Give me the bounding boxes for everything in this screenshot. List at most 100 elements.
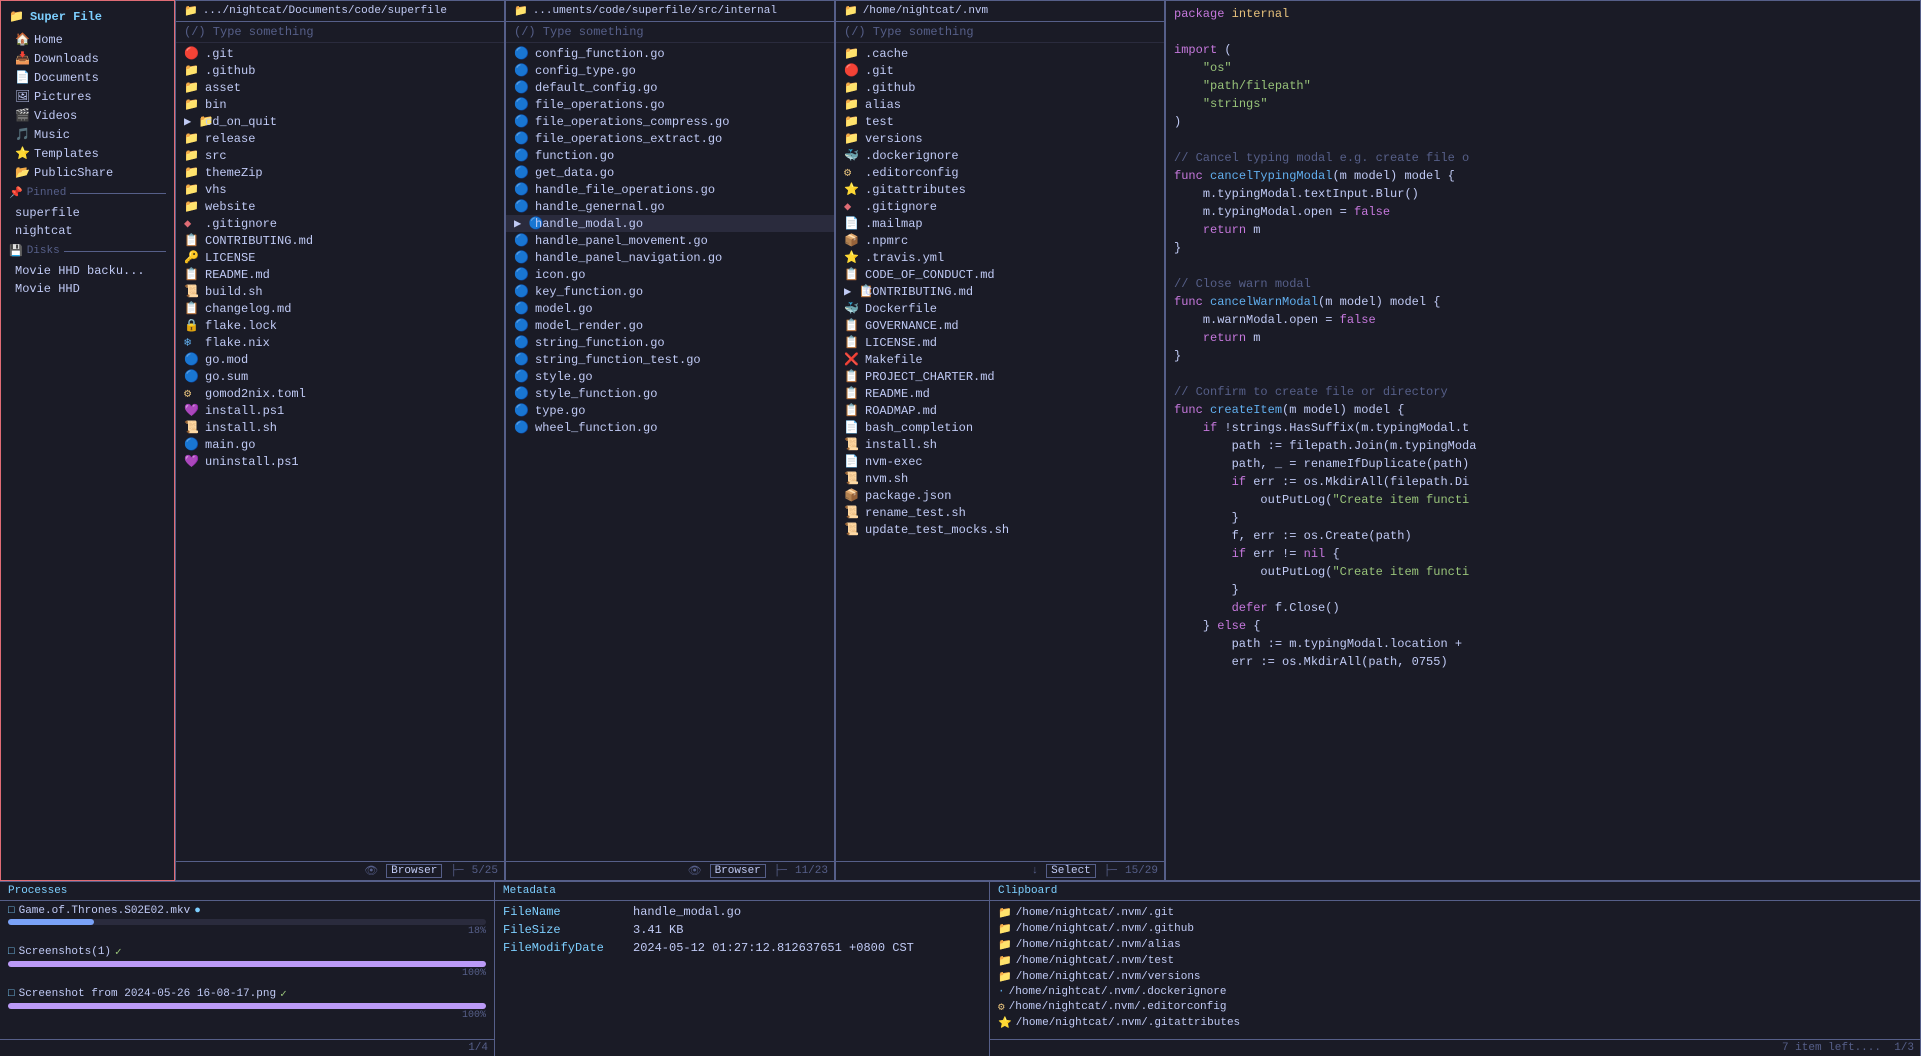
list-item[interactable]: 📁 test: [836, 113, 1164, 130]
list-item[interactable]: ⭐ .gitattributes: [836, 181, 1164, 198]
list-item[interactable]: 📜 update_test_mocks.sh: [836, 521, 1164, 538]
list-item[interactable]: 🐳 .dockerignore: [836, 147, 1164, 164]
list-item[interactable]: 🔵 handle_panel_movement.go: [506, 232, 834, 249]
list-item[interactable]: 📋 CODE_OF_CONDUCT.md: [836, 266, 1164, 283]
file-name: versions: [865, 132, 923, 146]
sidebar-item-templates[interactable]: ⭐ Templates: [1, 144, 174, 163]
list-item[interactable]: 📋 PROJECT_CHARTER.md: [836, 368, 1164, 385]
list-item[interactable]: 🔵 icon.go: [506, 266, 834, 283]
list-item[interactable]: ▶ 📁 cd_on_quit: [176, 113, 504, 130]
list-item[interactable]: 📋 README.md: [176, 266, 504, 283]
sidebar-item-publicshare[interactable]: 📂 PublicShare: [1, 163, 174, 182]
list-item[interactable]: 📜 rename_test.sh: [836, 504, 1164, 521]
list-item[interactable]: 📁 themeZip: [176, 164, 504, 181]
list-item[interactable]: 🔵 config_function.go: [506, 45, 834, 62]
list-item[interactable]: ❄ flake.nix: [176, 334, 504, 351]
panel1-search[interactable]: (/) Type something: [176, 22, 504, 43]
list-item[interactable]: 🔵 function.go: [506, 147, 834, 164]
list-item[interactable]: 🔵 go.mod: [176, 351, 504, 368]
list-item[interactable]: 💜 uninstall.ps1: [176, 453, 504, 470]
list-item[interactable]: 📄 bash_completion: [836, 419, 1164, 436]
list-item[interactable]: 📁 website: [176, 198, 504, 215]
file-name: main.go: [205, 438, 255, 452]
list-item[interactable]: 🔵 string_function_test.go: [506, 351, 834, 368]
list-item[interactable]: 📋 LICENSE.md: [836, 334, 1164, 351]
list-item[interactable]: ❌ Makefile: [836, 351, 1164, 368]
list-item[interactable]: 💜 install.ps1: [176, 402, 504, 419]
list-item[interactable]: 🔵 handle_genernal.go: [506, 198, 834, 215]
list-item[interactable]: 📁 .github: [836, 79, 1164, 96]
list-item[interactable]: 📁 bin: [176, 96, 504, 113]
list-item[interactable]: 🔵 file_operations_extract.go: [506, 130, 834, 147]
list-item[interactable]: 📋 README.md: [836, 385, 1164, 402]
list-item[interactable]: 🔒 flake.lock: [176, 317, 504, 334]
list-item[interactable]: 🔵 handle_panel_navigation.go: [506, 249, 834, 266]
list-item[interactable]: 🔵 main.go: [176, 436, 504, 453]
sidebar-item-nightcat[interactable]: nightcat: [1, 222, 174, 240]
list-item[interactable]: 📁 .cache: [836, 45, 1164, 62]
list-item[interactable]: 🔵 config_type.go: [506, 62, 834, 79]
list-item[interactable]: 🔵 style_function.go: [506, 385, 834, 402]
list-item[interactable]: ◆ .gitignore: [836, 198, 1164, 215]
list-item[interactable]: 📄 .mailmap: [836, 215, 1164, 232]
list-item[interactable]: 🔵 type.go: [506, 402, 834, 419]
list-item[interactable]: 📁 alias: [836, 96, 1164, 113]
list-item[interactable]: 📁 .github: [176, 62, 504, 79]
list-item[interactable]: 🔵 file_operations_compress.go: [506, 113, 834, 130]
file-name: website: [205, 200, 255, 214]
file-name: .github: [205, 64, 255, 78]
list-item[interactable]: 🔵 get_data.go: [506, 164, 834, 181]
list-item[interactable]: 📁 versions: [836, 130, 1164, 147]
list-item[interactable]: 🔑 LICENSE: [176, 249, 504, 266]
list-item[interactable]: 📋 ROADMAP.md: [836, 402, 1164, 419]
list-item[interactable]: 🔵 wheel_function.go: [506, 419, 834, 436]
list-item[interactable]: 🐳 Dockerfile: [836, 300, 1164, 317]
list-item[interactable]: 📄 nvm-exec: [836, 453, 1164, 470]
list-item[interactable]: 🔵 string_function.go: [506, 334, 834, 351]
list-item[interactable]: 📦 .npmrc: [836, 232, 1164, 249]
file-name: model_render.go: [535, 319, 643, 333]
list-item[interactable]: ⚙ .editorconfig: [836, 164, 1164, 181]
list-item[interactable]: 📋 CONTRIBUTING.md: [176, 232, 504, 249]
list-item[interactable]: 🔵 default_config.go: [506, 79, 834, 96]
list-item[interactable]: 🔵 handle_file_operations.go: [506, 181, 834, 198]
list-item[interactable]: ▶ 📋 CONTRIBUTING.md: [836, 283, 1164, 300]
sidebar-item-superfile[interactable]: superfile: [1, 204, 174, 222]
list-item[interactable]: ⭐ .travis.yml: [836, 249, 1164, 266]
list-item[interactable]: 📜 build.sh: [176, 283, 504, 300]
list-item[interactable]: 🔵 model.go: [506, 300, 834, 317]
list-item[interactable]: ◆ .gitignore: [176, 215, 504, 232]
disk-item-2[interactable]: Movie HHD: [1, 280, 174, 298]
panel3-search[interactable]: (/) Type something: [836, 22, 1164, 43]
sidebar-item-videos[interactable]: 🎬 Videos: [1, 106, 174, 125]
clipboard-item-path: /home/nightcat/.nvm/versions: [1016, 971, 1201, 983]
panel2-search[interactable]: (/) Type something: [506, 22, 834, 43]
list-item[interactable]: 🔴 .git: [176, 45, 504, 62]
sidebar-item-documents[interactable]: 📄 Documents: [1, 68, 174, 87]
list-item[interactable]: ⚙ gomod2nix.toml: [176, 385, 504, 402]
list-item[interactable]: 📋 changelog.md: [176, 300, 504, 317]
list-item[interactable]: 🔵 go.sum: [176, 368, 504, 385]
file-name: package.json: [865, 489, 951, 503]
list-item[interactable]: 📜 nvm.sh: [836, 470, 1164, 487]
process-file-icon: □: [8, 946, 15, 958]
list-item[interactable]: 📜 install.sh: [836, 436, 1164, 453]
list-item[interactable]: 📁 release: [176, 130, 504, 147]
list-item[interactable]: 🔵 file_operations.go: [506, 96, 834, 113]
list-item[interactable]: 📦 package.json: [836, 487, 1164, 504]
sidebar-item-downloads[interactable]: 📥 Downloads: [1, 49, 174, 68]
list-item[interactable]: 🔴 .git: [836, 62, 1164, 79]
sidebar-item-pictures[interactable]: 🖼 Pictures: [1, 87, 174, 106]
list-item[interactable]: 📁 src: [176, 147, 504, 164]
disk-item-1[interactable]: Movie HHD backu...: [1, 262, 174, 280]
sidebar-item-music[interactable]: 🎵 Music: [1, 125, 174, 144]
list-item[interactable]: 📋 GOVERNANCE.md: [836, 317, 1164, 334]
list-item[interactable]: 📁 asset: [176, 79, 504, 96]
list-item[interactable]: 🔵 key_function.go: [506, 283, 834, 300]
list-item[interactable]: 🔵 model_render.go: [506, 317, 834, 334]
list-item[interactable]: ▶ 🔵 handle_modal.go: [506, 215, 834, 232]
sidebar-item-home[interactable]: 🏠 Home: [1, 30, 174, 49]
list-item[interactable]: 📁 vhs: [176, 181, 504, 198]
list-item[interactable]: 📜 install.sh: [176, 419, 504, 436]
list-item[interactable]: 🔵 style.go: [506, 368, 834, 385]
